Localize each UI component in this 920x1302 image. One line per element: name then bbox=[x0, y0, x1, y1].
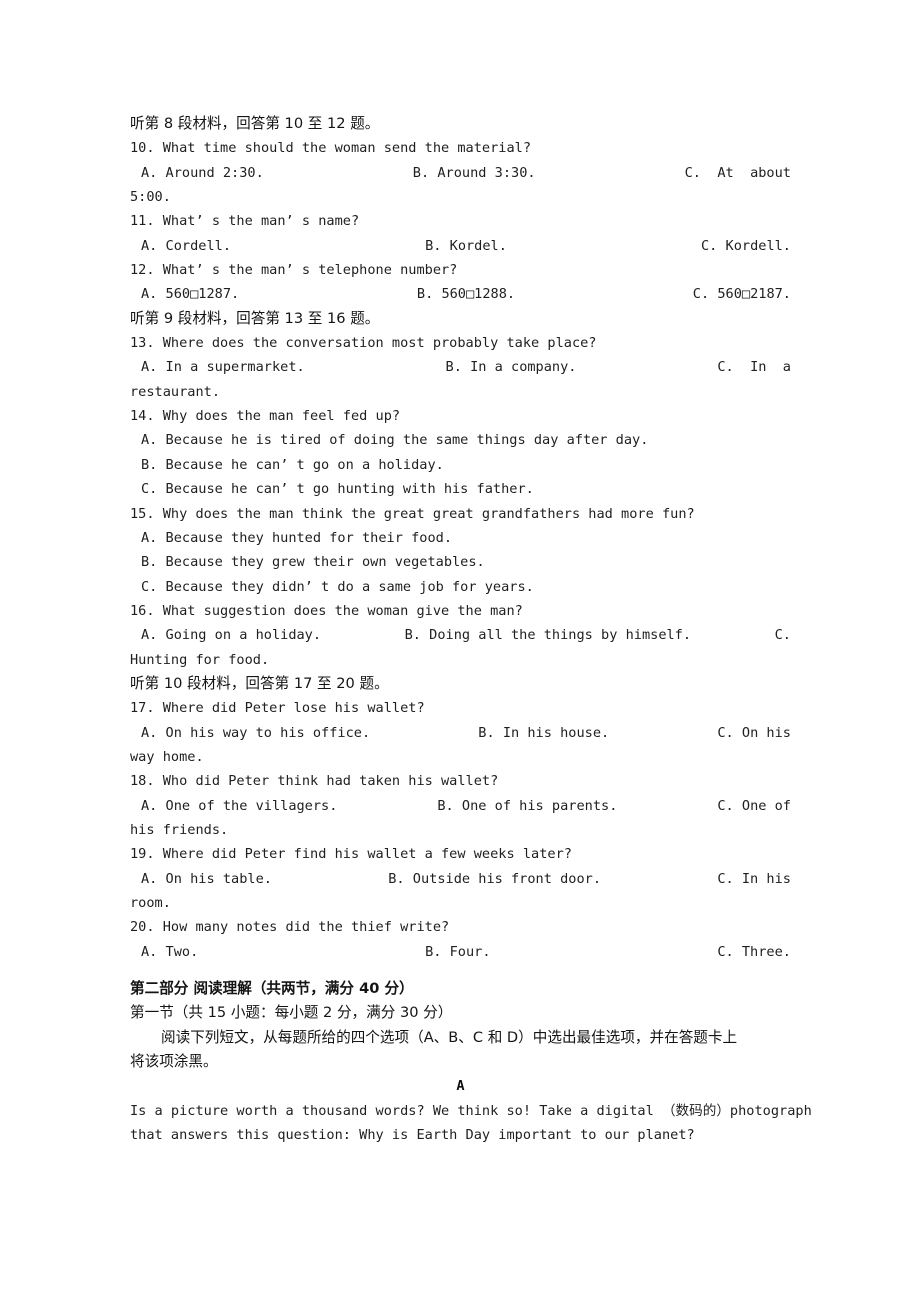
question-11-options: A. Cordell. B. Kordel. C. Kordell. bbox=[130, 234, 791, 258]
question-19-option-a[interactable]: A. On his table. bbox=[130, 867, 272, 891]
question-19-options: A. On his table. B. Outside his front do… bbox=[130, 867, 791, 891]
question-18-option-b[interactable]: B. One of his parents. bbox=[437, 794, 617, 818]
question-10-option-a[interactable]: A. Around 2:30. bbox=[130, 161, 264, 185]
question-14-stem: 14. Why does the man feel fed up? bbox=[130, 408, 401, 425]
question-16-option-b[interactable]: B. Doing all the things by himself. bbox=[405, 623, 691, 647]
question-14-option-c[interactable]: C. Because he can’ t go hunting with his… bbox=[130, 477, 791, 501]
question-11-option-a[interactable]: A. Cordell. bbox=[130, 234, 231, 258]
question-17-option-b[interactable]: B. In his house. bbox=[478, 721, 609, 745]
question-19-option-c[interactable]: C. In his bbox=[717, 867, 791, 891]
question-10-options: A. Around 2:30. B. Around 3:30. C. At ab… bbox=[130, 161, 791, 185]
question-10-stem: 10. What time should the woman send the … bbox=[130, 140, 532, 157]
question-12-option-a[interactable]: A. 560□1287. bbox=[130, 282, 239, 306]
question-13-option-b[interactable]: B. In a company. bbox=[446, 355, 577, 379]
question-17-option-a[interactable]: A. On his way to his office. bbox=[130, 721, 370, 745]
question-17-options: A. On his way to his office. B. In his h… bbox=[130, 721, 791, 745]
question-10-option-c[interactable]: C. At about bbox=[685, 161, 791, 185]
question-11-stem: 11. What’ s the man’ s name? bbox=[130, 213, 360, 230]
question-15-option-a[interactable]: A. Because they hunted for their food. bbox=[130, 526, 791, 550]
question-13-option-a[interactable]: A. In a supermarket. bbox=[130, 355, 305, 379]
question-11-option-b[interactable]: B. Kordel. bbox=[425, 234, 507, 258]
part-two-title: 第二部分 阅读理解（共两节，满分 40 分） bbox=[130, 980, 414, 998]
question-18-stem: 18. Who did Peter think had taken his wa… bbox=[130, 773, 499, 790]
question-13-options: A. In a supermarket. B. In a company. C.… bbox=[130, 355, 791, 379]
question-12-option-c[interactable]: C. 560□2187. bbox=[693, 282, 791, 306]
question-12-stem: 12. What’ s the man’ s telephone number? bbox=[130, 262, 458, 279]
question-17-option-c[interactable]: C. On his bbox=[717, 721, 791, 745]
question-14-option-a[interactable]: A. Because he is tired of doing the same… bbox=[130, 428, 791, 452]
page-content: 听第 8 段材料，回答第 10 至 12 题。 10. What time sh… bbox=[130, 112, 812, 1147]
passage-a-label: A bbox=[456, 1078, 465, 1095]
question-16-option-c[interactable]: C. bbox=[775, 623, 791, 647]
question-17-option-c-wrap: way home. bbox=[130, 748, 204, 765]
exam-page: 听第 8 段材料，回答第 10 至 12 题。 10. What time sh… bbox=[0, 0, 920, 1302]
question-10-option-b[interactable]: B. Around 3:30. bbox=[413, 161, 536, 185]
question-11-option-c[interactable]: C. Kordell. bbox=[701, 234, 791, 258]
question-20-option-c[interactable]: C. Three. bbox=[717, 940, 791, 964]
listening-heading-9: 听第 9 段材料，回答第 13 至 16 题。 bbox=[130, 309, 380, 327]
question-16-option-c-wrap: Hunting for food. bbox=[130, 651, 270, 668]
passage-a-line-2: that answers this question: Why is Earth… bbox=[130, 1127, 695, 1144]
question-13-option-c[interactable]: C. In a bbox=[717, 355, 791, 379]
question-17-stem: 17. Where did Peter lose his wallet? bbox=[130, 700, 425, 717]
question-18-options: A. One of the villagers. B. One of his p… bbox=[130, 794, 791, 818]
question-12-options: A. 560□1287. B. 560□1288. C. 560□2187. bbox=[130, 282, 791, 306]
part-two-instruction-line2: 将该项涂黑。 bbox=[130, 1053, 218, 1071]
question-18-option-a[interactable]: A. One of the villagers. bbox=[130, 794, 337, 818]
question-18-option-c-wrap: his friends. bbox=[130, 821, 229, 838]
question-16-option-a[interactable]: A. Going on a holiday. bbox=[130, 623, 321, 647]
question-16-options: A. Going on a holiday. B. Doing all the … bbox=[130, 623, 791, 647]
question-13-option-c-wrap: restaurant. bbox=[130, 383, 221, 400]
question-15-option-c[interactable]: C. Because they didn’ t do a same job fo… bbox=[130, 575, 791, 599]
question-12-option-b[interactable]: B. 560□1288. bbox=[417, 282, 515, 306]
question-19-option-c-wrap: room. bbox=[130, 895, 171, 911]
question-20-stem: 20. How many notes did the thief write? bbox=[130, 919, 450, 936]
question-19-option-b[interactable]: B. Outside his front door. bbox=[388, 867, 601, 891]
question-18-option-c[interactable]: C. One of bbox=[717, 794, 791, 818]
part-two-instruction-line1: 阅读下列短文，从每题所给的四个选项（A、B、C 和 D）中选出最佳选项，并在答题… bbox=[161, 1028, 738, 1046]
question-20-option-b[interactable]: B. Four. bbox=[425, 940, 490, 964]
passage-a-line-1: Is a picture worth a thousand words? We … bbox=[130, 1102, 812, 1119]
question-15-stem: 15. Why does the man think the great gre… bbox=[130, 505, 695, 522]
question-14-option-b[interactable]: B. Because he can’ t go on a holiday. bbox=[130, 453, 791, 477]
part-two-section-one: 第一节（共 15 小题：每小题 2 分，满分 30 分） bbox=[130, 1004, 453, 1022]
question-20-options: A. Two. B. Four. C. Three. bbox=[130, 940, 791, 964]
question-13-stem: 13. Where does the conversation most pro… bbox=[130, 335, 597, 352]
question-20-option-a[interactable]: A. Two. bbox=[130, 940, 198, 964]
question-15-option-b[interactable]: B. Because they grew their own vegetable… bbox=[130, 550, 791, 574]
listening-heading-10: 听第 10 段材料，回答第 17 至 20 题。 bbox=[130, 674, 389, 692]
question-10-option-c-wrap: 5:00. bbox=[130, 189, 171, 206]
listening-heading-8: 听第 8 段材料，回答第 10 至 12 题。 bbox=[130, 115, 380, 132]
question-16-stem: 16. What suggestion does the woman give … bbox=[130, 602, 523, 619]
question-19-stem: 19. Where did Peter find his wallet a fe… bbox=[130, 846, 572, 863]
